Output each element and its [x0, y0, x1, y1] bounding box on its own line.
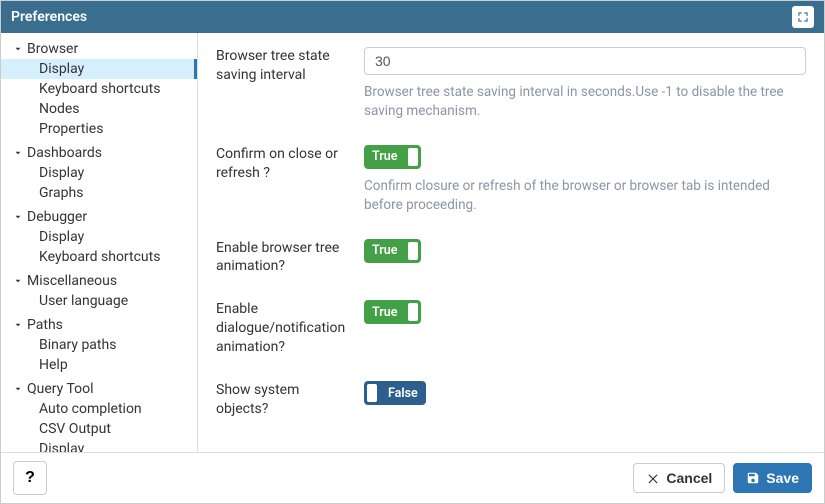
- tree-items: DisplayGraphs: [1, 163, 197, 203]
- toggle-label: True: [364, 149, 405, 164]
- tree-group-label: Dashboards: [27, 145, 102, 161]
- tree-group-header[interactable]: Browser: [1, 39, 197, 59]
- setting-label: Browser tree state saving interval: [216, 47, 346, 121]
- toggle-knob: [367, 384, 377, 402]
- setting-control: True: [364, 239, 806, 277]
- tree-group: Miscellaneous User language: [1, 269, 197, 313]
- tree-item[interactable]: Graphs: [1, 183, 197, 203]
- interval-input[interactable]: [364, 47, 806, 75]
- dialog-anim-toggle[interactable]: True: [364, 300, 421, 324]
- show-system-toggle[interactable]: False: [364, 381, 426, 405]
- setting-control: False: [364, 381, 806, 419]
- tree-item[interactable]: Display: [1, 163, 197, 183]
- setting-show-system: Show system objects? False: [216, 381, 806, 419]
- setting-dialog-anim: Enable dialogue/notification animation? …: [216, 300, 806, 357]
- tree-group: Paths Binary pathsHelp: [1, 313, 197, 377]
- tree-group-header[interactable]: Miscellaneous: [1, 271, 197, 291]
- toggle-label: False: [380, 386, 426, 401]
- close-icon: [646, 471, 660, 485]
- tree-item[interactable]: Display: [1, 227, 197, 247]
- toggle-knob: [408, 242, 418, 260]
- save-icon: [746, 471, 760, 485]
- tree-items: Binary pathsHelp: [1, 335, 197, 375]
- preferences-dialog: Preferences BrowserDisplayKeyboard short…: [0, 0, 825, 504]
- tree-item[interactable]: Display: [1, 59, 197, 79]
- tree-group-label: Miscellaneous: [27, 273, 117, 289]
- tree-item[interactable]: Keyboard shortcuts: [1, 247, 197, 267]
- confirm-close-toggle[interactable]: True: [364, 145, 421, 169]
- setting-interval: Browser tree state saving interval Brows…: [216, 47, 806, 121]
- toggle-knob: [408, 148, 418, 166]
- save-button[interactable]: Save: [733, 463, 812, 493]
- setting-label: Enable dialogue/notification animation?: [216, 300, 346, 357]
- tree-group: Debugger DisplayKeyboard shortcuts: [1, 205, 197, 269]
- tree-group-label: Paths: [27, 317, 63, 333]
- tree-group-label: Browser: [27, 41, 78, 57]
- tree-item[interactable]: Nodes: [1, 99, 197, 119]
- chevron-down-icon: [13, 320, 23, 330]
- toggle-knob: [408, 303, 418, 321]
- cancel-label: Cancel: [666, 470, 712, 486]
- tree-group-header[interactable]: Dashboards: [1, 143, 197, 163]
- chevron-down-icon: [13, 212, 23, 222]
- chevron-down-icon: [13, 44, 23, 54]
- tree-group: Browser DisplayKeyboard shortcutsNodesPro…: [1, 37, 197, 141]
- toggle-label: True: [364, 243, 405, 258]
- chevron-down-icon: [13, 384, 23, 394]
- maximize-button[interactable]: [792, 6, 814, 28]
- tree-item[interactable]: Auto completion: [1, 399, 197, 419]
- titlebar: Preferences: [1, 1, 824, 33]
- tree-items: User language: [1, 291, 197, 311]
- setting-label: Enable browser tree animation?: [216, 239, 346, 277]
- setting-control: Browser tree state saving interval in se…: [364, 47, 806, 121]
- preferences-tree[interactable]: BrowserDisplayKeyboard shortcutsNodesPro…: [1, 33, 198, 452]
- tree-group: Dashboards DisplayGraphs: [1, 141, 197, 205]
- tree-group: Query Tool Auto completionCSV OutputDispl…: [1, 377, 197, 452]
- maximize-icon: [796, 10, 810, 24]
- chevron-down-icon: [13, 148, 23, 158]
- setting-control: True: [364, 300, 806, 357]
- tree-items: DisplayKeyboard shortcutsNodesProperties: [1, 59, 197, 139]
- dialog-title: Preferences: [11, 9, 87, 25]
- tree-item[interactable]: User language: [1, 291, 197, 311]
- tree-items: DisplayKeyboard shortcuts: [1, 227, 197, 267]
- tree-anim-toggle[interactable]: True: [364, 239, 421, 263]
- tree-group-header[interactable]: Debugger: [1, 207, 197, 227]
- help-icon: ?: [25, 469, 35, 487]
- tree-group-label: Debugger: [27, 209, 87, 225]
- toggle-label: True: [364, 305, 405, 320]
- help-button[interactable]: ?: [13, 461, 47, 495]
- setting-help: Confirm closure or refresh of the browse…: [364, 177, 806, 215]
- chevron-down-icon: [13, 276, 23, 286]
- tree-item[interactable]: Binary paths: [1, 335, 197, 355]
- setting-label: Confirm on close or refresh ?: [216, 145, 346, 215]
- tree-item[interactable]: Help: [1, 355, 197, 375]
- setting-confirm-close: Confirm on close or refresh ? True Confi…: [216, 145, 806, 215]
- dialog-footer: ? Cancel Save: [1, 453, 824, 503]
- dialog-body: BrowserDisplayKeyboard shortcutsNodesPro…: [1, 33, 824, 453]
- tree-item[interactable]: CSV Output: [1, 419, 197, 439]
- settings-panel: Browser tree state saving interval Brows…: [198, 33, 824, 452]
- cancel-button[interactable]: Cancel: [633, 463, 725, 493]
- setting-help: Browser tree state saving interval in se…: [364, 83, 806, 121]
- setting-label: Show system objects?: [216, 381, 346, 419]
- tree-group-header[interactable]: Query Tool: [1, 379, 197, 399]
- save-label: Save: [766, 470, 799, 486]
- setting-control: True Confirm closure or refresh of the b…: [364, 145, 806, 215]
- setting-tree-anim: Enable browser tree animation? True: [216, 239, 806, 277]
- tree-group-header[interactable]: Paths: [1, 315, 197, 335]
- tree-item[interactable]: Properties: [1, 119, 197, 139]
- tree-item[interactable]: Keyboard shortcuts: [1, 79, 197, 99]
- tree-item[interactable]: Display: [1, 439, 197, 452]
- tree-group-label: Query Tool: [27, 381, 94, 397]
- tree-items: Auto completionCSV OutputDisplayExplain: [1, 399, 197, 452]
